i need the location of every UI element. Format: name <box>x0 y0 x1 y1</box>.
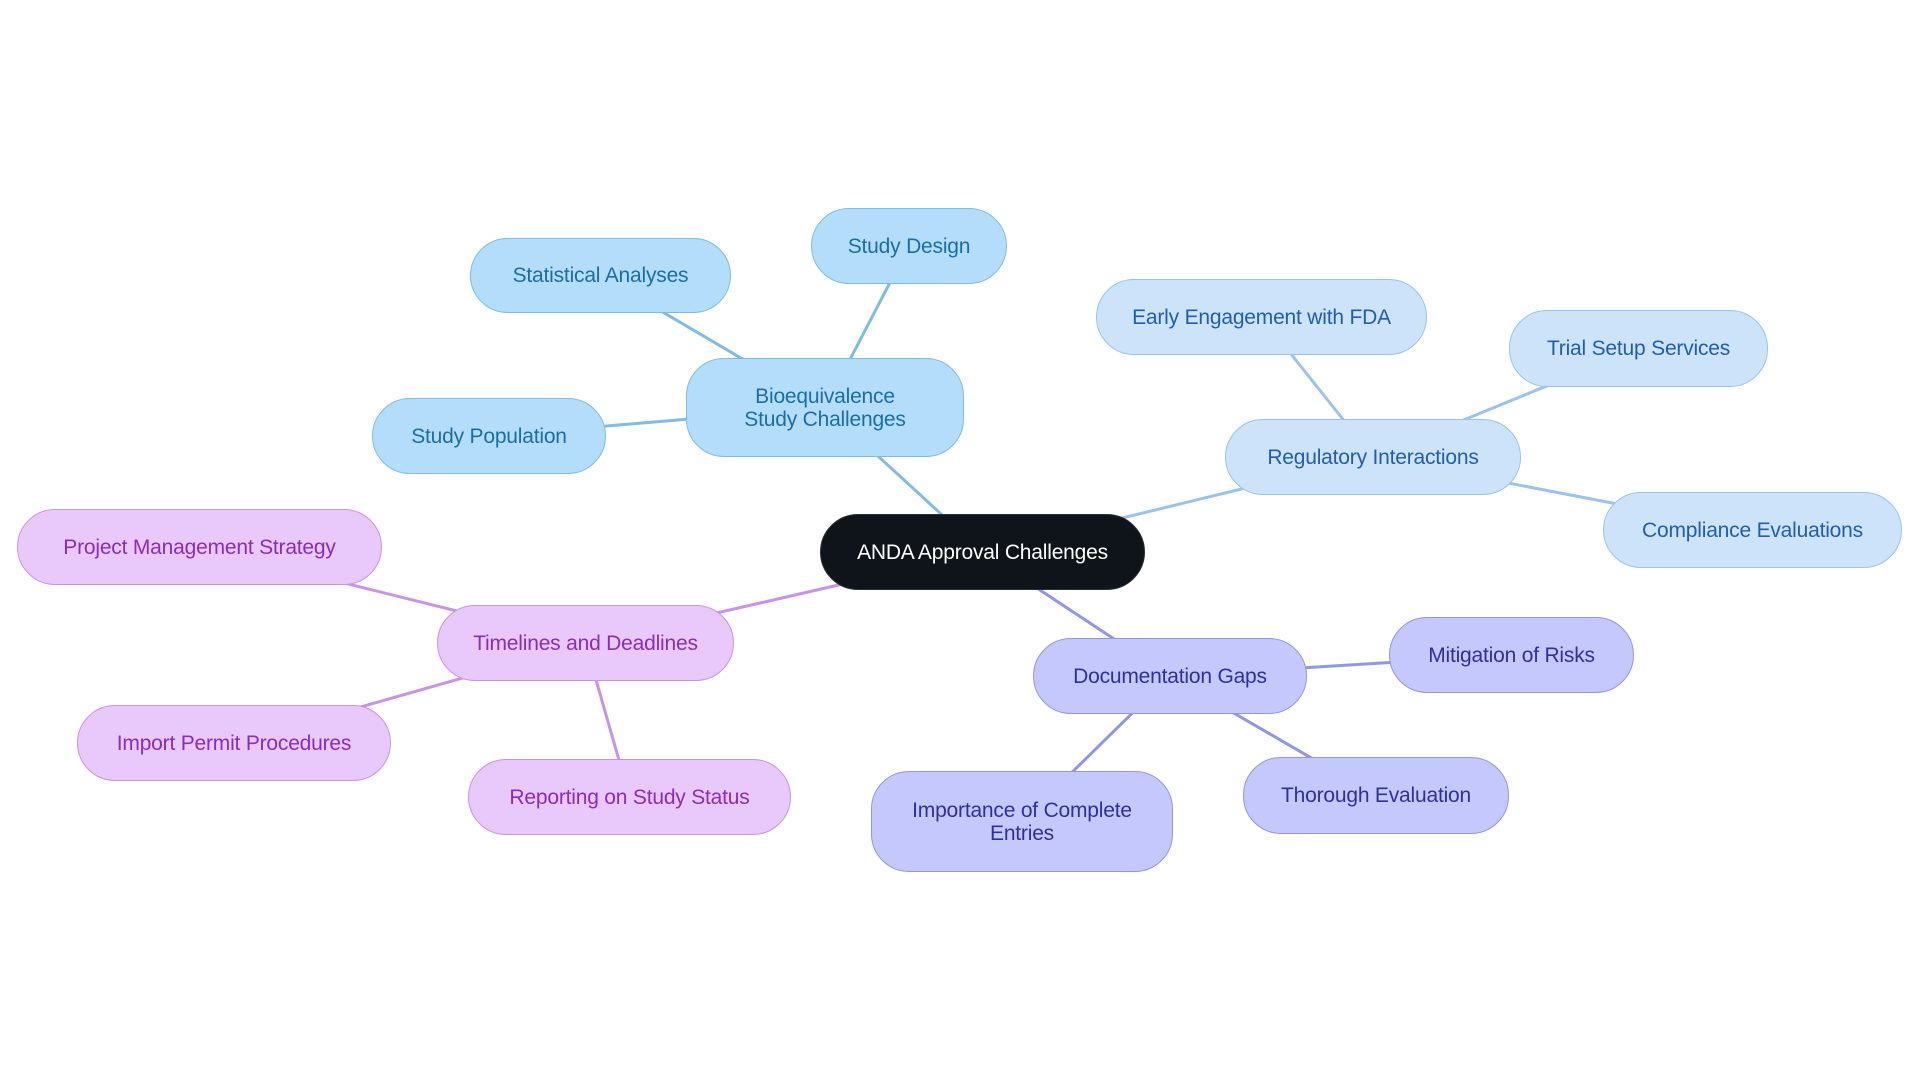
leaf-node-reporting-on-study-status[interactable]: Reporting on Study Status <box>468 759 791 835</box>
root-node-anda-approval-challenges[interactable]: ANDA Approval Challenges <box>820 514 1145 590</box>
branch-node-documentation-gaps[interactable]: Documentation Gaps <box>1033 638 1307 714</box>
branch-node-regulatory-interactions[interactable]: Regulatory Interactions <box>1225 419 1521 495</box>
leaf-node-import-permit-procedures[interactable]: Import Permit Procedures <box>77 705 391 781</box>
leaf-node-trial-setup-services[interactable]: Trial Setup Services <box>1509 310 1768 387</box>
leaf-node-compliance-evaluations[interactable]: Compliance Evaluations <box>1603 492 1902 568</box>
leaf-node-importance-of-complete-entries[interactable]: Importance of Complete Entries <box>871 771 1173 872</box>
branch-node-timelines-and-deadlines[interactable]: Timelines and Deadlines <box>437 605 734 681</box>
leaf-node-mitigation-of-risks[interactable]: Mitigation of Risks <box>1389 617 1634 693</box>
branch-node-bioequivalence[interactable]: Bioequivalence Study Challenges <box>686 358 964 457</box>
leaf-node-project-management-strategy[interactable]: Project Management Strategy <box>17 509 382 585</box>
leaf-node-study-design[interactable]: Study Design <box>811 208 1007 284</box>
leaf-node-study-population[interactable]: Study Population <box>372 398 606 474</box>
leaf-node-thorough-evaluation[interactable]: Thorough Evaluation <box>1243 757 1509 834</box>
leaf-node-statistical-analyses[interactable]: Statistical Analyses <box>470 238 731 313</box>
leaf-node-early-engagement-with-fda[interactable]: Early Engagement with FDA <box>1096 279 1427 355</box>
